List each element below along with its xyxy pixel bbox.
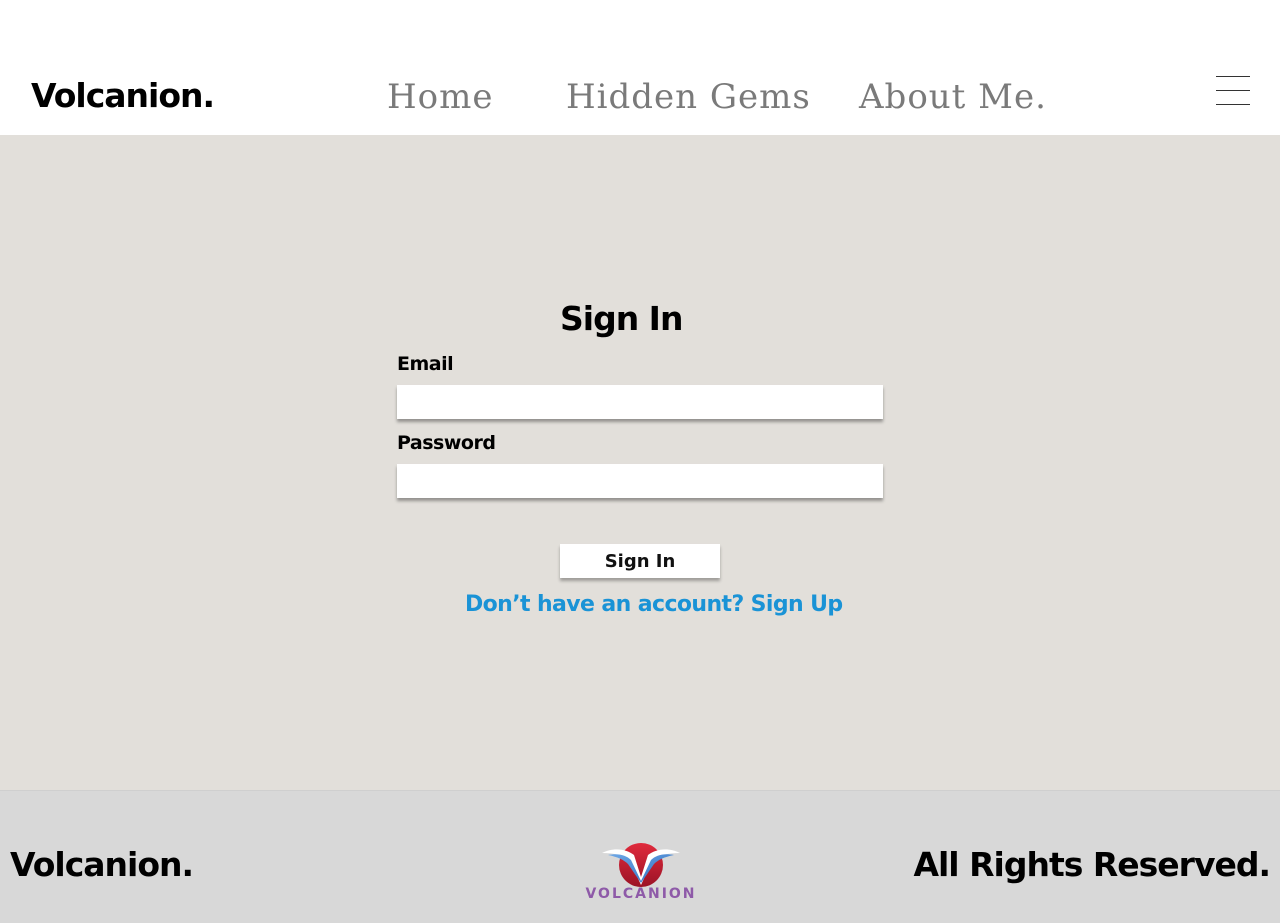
site-logo-text[interactable]: Volcanion. [31, 74, 215, 118]
sign-up-link[interactable]: Don’t have an account? Sign Up [465, 590, 843, 620]
logo-wordmark: VOLCANION [585, 886, 697, 902]
volcanion-logo: VOLCANION [583, 831, 699, 907]
password-label: Password [397, 432, 496, 454]
hamburger-menu-icon[interactable] [1216, 76, 1250, 106]
sign-in-section: Sign In Email Password Sign In Don’t hav… [0, 135, 1280, 790]
nav-link-home[interactable]: Home [387, 74, 493, 120]
sign-in-button[interactable]: Sign In [560, 544, 720, 578]
site-header: Volcanion. Home Hidden Gems About Me. [0, 0, 1280, 135]
nav-link-hidden-gems[interactable]: Hidden Gems [566, 74, 811, 120]
email-input[interactable] [397, 385, 883, 419]
volcanion-logo-mark-icon [602, 843, 680, 887]
nav-link-about-me[interactable]: About Me. [859, 74, 1047, 120]
password-input[interactable] [397, 464, 883, 498]
footer-brand: Volcanion. [10, 845, 194, 884]
email-label: Email [397, 353, 454, 375]
page-title: Sign In [560, 299, 683, 338]
site-footer: Volcanion. VOLCANION All Rights Reserved… [0, 790, 1280, 923]
copyright-text: All Rights Reserved. [913, 845, 1271, 884]
